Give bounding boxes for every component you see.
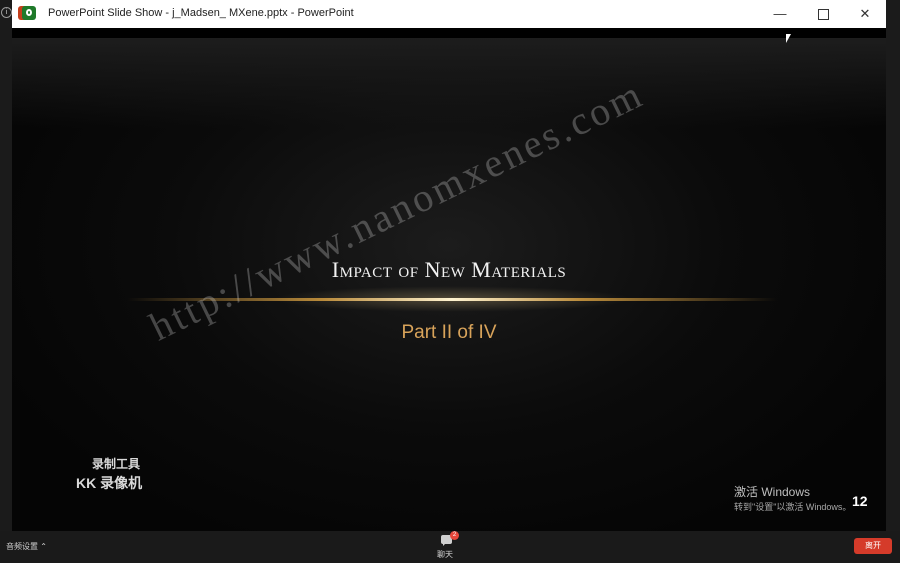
mouse-cursor-icon <box>786 34 791 43</box>
left-strip: i <box>0 0 12 563</box>
slide-subtitle: Part II of IV <box>401 322 497 343</box>
window-title: PowerPoint Slide Show - j_Madsen_ MXene.… <box>48 7 354 19</box>
slide-number: 12 <box>852 493 868 509</box>
slideshow-window: PowerPoint Slide Show - j_Madsen_ MXene.… <box>12 0 886 531</box>
info-icon[interactable]: i <box>1 7 12 18</box>
meeting-toolbar: 音频设置 ⌃ 2 聊天 <box>0 531 900 563</box>
activate-windows-title: 激活 Windows <box>734 485 811 499</box>
chat-button-label[interactable]: 聊天 <box>437 549 453 560</box>
activate-windows-subtitle: 转到"设置"以激活 Windows。 <box>734 502 852 512</box>
maximize-icon <box>817 9 829 21</box>
close-button[interactable]: ✕ <box>849 4 881 24</box>
leave-button[interactable]: 离开 <box>854 538 892 554</box>
right-strip <box>886 0 900 563</box>
recorder-watermark-line1: 录制工具 <box>92 457 141 471</box>
slide-top-shade <box>12 38 886 128</box>
recorder-watermark-line2: KK 录像机 <box>76 475 143 491</box>
minimize-button[interactable]: — <box>764 4 796 24</box>
title-bar[interactable]: PowerPoint Slide Show - j_Madsen_ MXene.… <box>12 0 886 28</box>
slide-canvas[interactable]: Impact of New Materials Part II of IV ht… <box>12 38 886 531</box>
chat-unread-badge: 2 <box>450 531 459 540</box>
slide-title: Impact of New Materials <box>331 257 567 282</box>
maximize-button[interactable] <box>807 4 839 24</box>
audio-settings-button[interactable]: 音频设置 ⌃ <box>6 541 47 552</box>
powerpoint-app-icon <box>22 6 36 20</box>
